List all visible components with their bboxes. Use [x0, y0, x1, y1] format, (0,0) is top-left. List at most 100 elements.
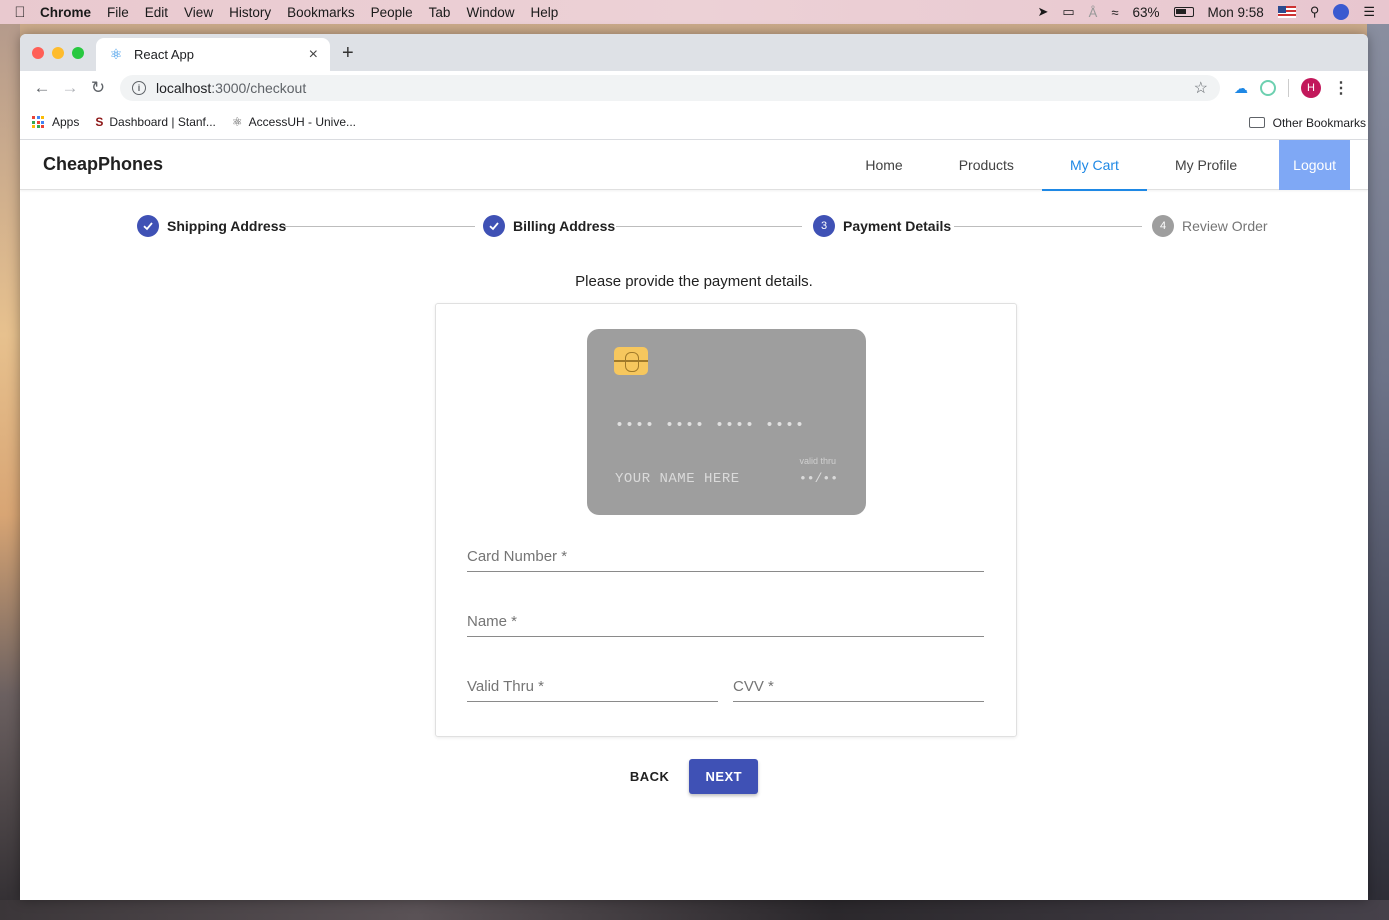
other-bookmarks[interactable]: Other Bookmarks — [1248, 105, 1368, 140]
bookmark-accessuh[interactable]: ⚛ AccessUH - Unive... — [232, 115, 356, 129]
step-billing-address: Billing Address — [483, 215, 615, 237]
cloud-extension-icon[interactable]: ☁ — [1234, 80, 1248, 97]
battery-icon[interactable] — [1173, 7, 1194, 17]
menu-app-name[interactable]: Chrome — [40, 5, 91, 20]
menu-view[interactable]: View — [184, 5, 213, 20]
step-label: Shipping Address — [167, 218, 287, 234]
nav-my-profile[interactable]: My Profile — [1147, 140, 1265, 190]
step-shipping-address: Shipping Address — [137, 215, 286, 237]
menubar-clock[interactable]: Mon 9:58 — [1208, 5, 1264, 20]
cvv-input[interactable] — [733, 678, 984, 695]
card-number-input[interactable] — [467, 548, 984, 565]
name-input[interactable] — [467, 613, 984, 630]
valid-thru-field[interactable] — [467, 668, 718, 702]
mac-menubar:  Chrome File Edit View History Bookmark… — [0, 0, 1389, 24]
name-field[interactable] — [467, 603, 984, 637]
step-number: 4 — [1152, 215, 1174, 237]
valid-thru-input[interactable] — [467, 678, 718, 695]
uh-icon: ⚛ — [231, 115, 243, 129]
back-arrow-icon[interactable]: ← — [28, 78, 56, 98]
zoom-window-button[interactable] — [72, 47, 84, 59]
step-payment-details: 3 Payment Details — [813, 215, 951, 237]
site-info-icon[interactable]: i — [132, 81, 146, 95]
tab-strip: ⚛ React App × + — [20, 34, 1368, 71]
next-button[interactable]: NEXT — [689, 759, 759, 794]
step-label: Payment Details — [843, 218, 952, 234]
step-review-order: 4 Review Order — [1152, 215, 1268, 237]
apps-grid-icon — [32, 116, 44, 128]
bookmarks-bar: Apps S Dashboard | Stanf... ⚛ AccessUH -… — [20, 105, 1368, 140]
tab-close-icon[interactable]: × — [309, 46, 318, 64]
other-bookmarks-label: Other Bookmarks — [1272, 115, 1366, 130]
check-icon — [483, 215, 505, 237]
bookmark-dashboard-stanford[interactable]: S Dashboard | Stanf... — [95, 115, 216, 129]
checkout-stepper: Shipping Address Billing Address 3 Payme… — [20, 190, 1368, 262]
bookmark-star-icon[interactable]: ☆ — [1194, 78, 1208, 98]
bookmark-label: Dashboard | Stanf... — [109, 115, 216, 129]
folder-icon — [1248, 117, 1265, 128]
address-bar[interactable]: i localhost:3000/checkout ☆ — [120, 75, 1220, 101]
profile-avatar[interactable]: H — [1301, 78, 1321, 98]
extension-icon[interactable] — [1260, 80, 1276, 96]
step-number: 3 — [813, 215, 835, 237]
window-controls — [32, 47, 84, 59]
card-number-field[interactable] — [467, 538, 984, 572]
step-connector — [954, 226, 1142, 227]
url-path: :3000/checkout — [211, 80, 307, 96]
stanford-icon: S — [95, 115, 104, 129]
nav-products[interactable]: Products — [931, 140, 1042, 190]
app-header: CheapPhones Home Products My Cart My Pro… — [20, 140, 1368, 191]
menu-window[interactable]: Window — [466, 5, 514, 20]
card-chip-icon — [614, 347, 648, 375]
card-expiry-preview: ••/•• — [798, 471, 838, 486]
location-icon[interactable]: ➤ — [1037, 4, 1048, 20]
menu-edit[interactable]: Edit — [145, 5, 168, 20]
siri-icon[interactable] — [1333, 4, 1350, 20]
battery-percent: 63% — [1132, 4, 1160, 20]
step-connector — [616, 226, 802, 227]
reload-icon[interactable]: ↻ — [84, 78, 112, 98]
forward-arrow-icon[interactable]: → — [56, 78, 84, 98]
nav-my-cart[interactable]: My Cart — [1041, 140, 1147, 191]
credit-card-preview: •••• •••• •••• •••• valid thru YOUR NAME… — [587, 329, 866, 515]
payment-instructions: Please provide the payment details. — [575, 273, 813, 290]
menu-help[interactable]: Help — [530, 5, 558, 20]
input-source-flag-icon[interactable] — [1277, 6, 1296, 18]
airplay-icon[interactable]: ▭ — [1062, 4, 1074, 20]
apple-icon[interactable]:  — [0, 4, 40, 21]
app-content: CheapPhones Home Products My Cart My Pro… — [20, 140, 1368, 866]
logout-button[interactable]: Logout — [1279, 140, 1350, 190]
new-tab-plus-icon[interactable]: + — [342, 42, 354, 65]
step-connector — [285, 226, 475, 227]
bookmark-label: AccessUH - Unive... — [248, 115, 357, 129]
browser-tab[interactable]: ⚛ React App × — [96, 38, 330, 71]
card-number-preview: •••• •••• •••• •••• — [615, 417, 806, 434]
spotlight-search-icon[interactable]: ⚲ — [1310, 4, 1320, 20]
bluetooth-icon[interactable]: Å — [1089, 5, 1098, 20]
desktop-wallpaper-bottom — [0, 900, 1389, 920]
close-window-button[interactable] — [32, 47, 44, 59]
menu-history[interactable]: History — [229, 5, 271, 20]
check-icon — [137, 215, 159, 237]
desktop-wallpaper-right — [1367, 20, 1389, 920]
card-valid-thru-label: valid thru — [799, 456, 836, 466]
menu-tab[interactable]: Tab — [429, 5, 451, 20]
brand-logo[interactable]: CheapPhones — [43, 154, 163, 175]
step-label: Review Order — [1182, 218, 1268, 234]
menu-file[interactable]: File — [107, 5, 129, 20]
menu-people[interactable]: People — [371, 5, 413, 20]
minimize-window-button[interactable] — [52, 47, 64, 59]
nav-home[interactable]: Home — [837, 140, 930, 190]
chrome-menu-icon[interactable]: ⋮ — [1333, 78, 1349, 98]
react-favicon-icon: ⚛ — [109, 46, 123, 62]
tab-title: React App — [134, 47, 194, 62]
payment-form-panel: •••• •••• •••• •••• valid thru YOUR NAME… — [435, 303, 1017, 737]
bookmark-apps[interactable]: Apps — [32, 115, 79, 129]
toolbar-extensions: ☁ H ⋮ — [1234, 78, 1349, 98]
wifi-icon[interactable]: ≈ — [1111, 5, 1118, 20]
notification-center-icon[interactable]: ☰ — [1363, 4, 1375, 20]
cvv-field[interactable] — [733, 668, 984, 702]
browser-toolbar: ← → ↻ i localhost:3000/checkout ☆ ☁ H ⋮ — [20, 71, 1368, 105]
menu-bookmarks[interactable]: Bookmarks — [287, 5, 355, 20]
back-button[interactable]: BACK — [630, 759, 670, 794]
